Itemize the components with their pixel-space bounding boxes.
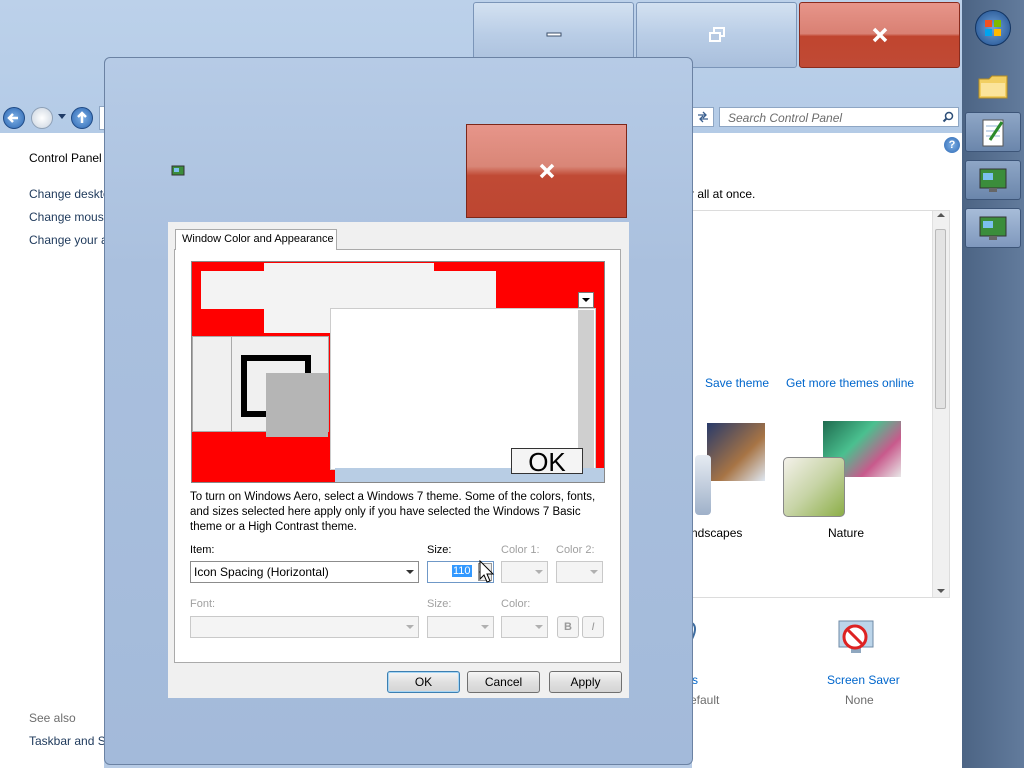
- cancel-button[interactable]: Cancel: [467, 671, 540, 693]
- help-icon[interactable]: ?: [944, 137, 960, 153]
- left-pane: Control Panel Change deskto Change mous …: [0, 133, 104, 768]
- dialog-app-icon: [171, 165, 185, 176]
- preview-message-box: [266, 373, 328, 437]
- nature-theme-thumbnail[interactable]: [783, 421, 903, 517]
- themes-list[interactable]: Save theme Get more themes online ndscap…: [691, 210, 950, 598]
- preview-panel: [192, 336, 232, 432]
- forward-button[interactable]: [31, 107, 53, 129]
- tab-window-color-appearance[interactable]: Window Color and Appearance: [175, 229, 337, 250]
- search-icon: [942, 111, 954, 123]
- start-button[interactable]: [975, 10, 1011, 46]
- folder-icon: [978, 75, 1008, 99]
- size-input[interactable]: 110: [452, 565, 472, 577]
- refresh-icon: [698, 111, 708, 123]
- font-color-label: Color:: [501, 598, 531, 610]
- color2-label: Color 2:: [556, 544, 595, 556]
- search-box[interactable]: Search Control Panel: [719, 107, 959, 127]
- recent-pages-chevron-icon[interactable]: [58, 114, 66, 119]
- font-label: Font:: [190, 598, 216, 610]
- refresh-button[interactable]: [692, 107, 714, 127]
- up-arrow-icon: [77, 111, 87, 123]
- restore-icon: [708, 27, 725, 42]
- font-select[interactable]: [190, 616, 419, 638]
- partial-item-value: efault: [690, 693, 720, 707]
- preview-window-body: [330, 308, 596, 470]
- windows-logo-icon: [985, 20, 1001, 36]
- appearance-preview[interactable]: OK: [191, 261, 605, 483]
- color1-label: Color 1:: [501, 544, 540, 556]
- preview-ok-button: OK: [511, 448, 583, 475]
- scrollbar-thumb[interactable]: [935, 229, 946, 409]
- item-label: Item:: [190, 544, 215, 556]
- aero-info-text: To turn on Windows Aero, select a Window…: [190, 491, 596, 533]
- search-placeholder: Search Control Panel: [728, 111, 843, 125]
- back-arrow-icon: [7, 113, 18, 123]
- color2-select[interactable]: [556, 561, 603, 583]
- control-panel-home-link[interactable]: Control Panel: [29, 151, 104, 165]
- themes-scrollbar[interactable]: [932, 211, 949, 597]
- item-select[interactable]: Icon Spacing (Horizontal): [190, 561, 419, 583]
- screen-saver-value: None: [845, 693, 874, 707]
- chevron-down-icon: [590, 570, 598, 574]
- chevron-down-icon: [535, 570, 543, 574]
- scroll-up-icon[interactable]: [937, 213, 945, 217]
- personalization-taskbar-button[interactable]: [965, 208, 1021, 248]
- font-size-select[interactable]: [427, 616, 494, 638]
- control-panel-taskbar-button[interactable]: [965, 160, 1021, 200]
- size-label: Size:: [427, 544, 452, 556]
- get-more-themes-link[interactable]: Get more themes online: [786, 376, 914, 390]
- dialog-close-button[interactable]: [466, 124, 627, 218]
- screen-saver-link[interactable]: Screen Saver: [827, 673, 900, 687]
- nature-theme-label: Nature: [828, 526, 865, 540]
- notepad-icon: [982, 119, 1004, 147]
- save-theme-link[interactable]: Save theme: [705, 376, 769, 390]
- preview-dropdown-button: [578, 292, 594, 308]
- apply-button[interactable]: Apply: [549, 671, 622, 693]
- bold-button[interactable]: B: [557, 616, 579, 638]
- italic-button[interactable]: I: [582, 616, 604, 638]
- landscapes-theme-thumbnail[interactable]: [693, 423, 765, 515]
- navigation-bar: [0, 103, 105, 133]
- taskbar: [962, 0, 1024, 768]
- close-icon: [539, 163, 554, 179]
- themes-description: r all at once.: [690, 187, 756, 201]
- screen-saver-icon[interactable]: [835, 617, 879, 661]
- ok-button[interactable]: OK: [387, 671, 460, 693]
- see-also-heading: See also: [29, 711, 76, 725]
- change-mouse-link[interactable]: Change mous: [29, 210, 104, 224]
- preview-scrollbar: [578, 310, 594, 470]
- up-button[interactable]: [71, 107, 93, 129]
- change-account-link[interactable]: Change your a: [29, 233, 104, 247]
- chevron-down-icon: [481, 625, 489, 629]
- color1-select[interactable]: [501, 561, 548, 583]
- display-icon: [979, 168, 1007, 192]
- font-size-label: Size:: [427, 598, 452, 610]
- notepad-taskbar-button[interactable]: [965, 112, 1021, 152]
- mouse-cursor-icon: [479, 560, 495, 583]
- explorer-taskbar-button[interactable]: [965, 66, 1021, 106]
- close-icon: [872, 27, 887, 43]
- chevron-down-icon: [535, 625, 543, 629]
- window-close-button[interactable]: [799, 2, 960, 68]
- minimize-icon: [546, 32, 561, 37]
- back-button[interactable]: [3, 107, 25, 129]
- display-settings-icon: [979, 216, 1007, 240]
- right-pane: ? r all at once. Save theme Get more the…: [690, 133, 962, 768]
- chevron-down-icon: [406, 625, 414, 629]
- desktop-background-icon[interactable]: [692, 621, 702, 641]
- taskbar-link[interactable]: Taskbar and St: [29, 734, 104, 748]
- change-desktop-link[interactable]: Change deskto: [29, 187, 104, 201]
- landscapes-theme-label: ndscapes: [691, 526, 743, 540]
- chevron-down-icon: [406, 570, 414, 574]
- item-select-value: Icon Spacing (Horizontal): [194, 565, 329, 579]
- font-color-select[interactable]: [501, 616, 548, 638]
- scroll-down-icon[interactable]: [937, 589, 945, 593]
